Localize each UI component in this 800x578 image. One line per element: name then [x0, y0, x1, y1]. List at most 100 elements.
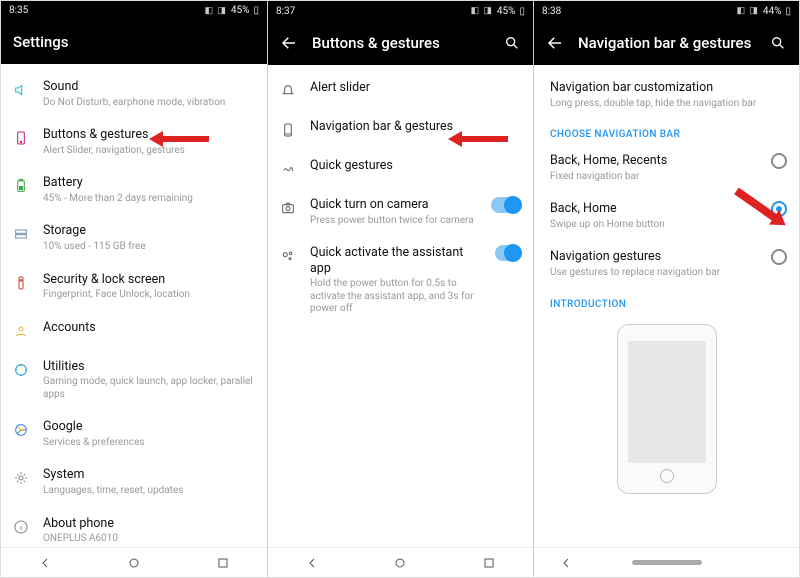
row-sub: Press power button twice for camera — [310, 215, 479, 228]
row-label: Alert slider — [310, 80, 521, 96]
row-sub: 45% - More than 2 days remaining — [43, 193, 255, 206]
panel-buttons-gestures: 8:37 ◧ ◨ 45% ▯ Buttons & gestures Alert … — [267, 1, 533, 577]
phone-illustration — [617, 324, 717, 494]
search-icon[interactable] — [503, 34, 521, 52]
row-label: Battery — [43, 175, 255, 191]
about-icon — [11, 517, 31, 537]
search-icon[interactable] — [769, 34, 787, 52]
settings-row-security[interactable]: Security & lock screenFingerprint, Face … — [1, 263, 267, 311]
nav-home-icon[interactable] — [392, 555, 408, 571]
row-sub: 10% used - 115 GB free — [43, 241, 255, 254]
settings-list[interactable]: SoundDo Not Disturb, earphone mode, vibr… — [1, 64, 267, 547]
nav-bar-pill — [534, 547, 799, 577]
header: Settings — [1, 21, 267, 64]
option-label: Back, Home, Recents — [550, 153, 749, 169]
back-icon[interactable] — [546, 34, 564, 52]
navbar-gestures-content[interactable]: Navigation bar customization Long press,… — [534, 65, 799, 547]
row-sub: Alert Slider, navigation, gestures — [43, 145, 255, 158]
row-sub: Languages, time, reset, updates — [43, 485, 255, 498]
nav-back-icon[interactable] — [558, 555, 574, 571]
alert-slider-icon — [278, 81, 298, 101]
nav-recents-icon[interactable] — [481, 555, 497, 571]
row-label: About phone — [43, 516, 255, 532]
home-pill[interactable] — [632, 560, 702, 565]
settings-row-about[interactable]: About phoneONEPLUS A6010 — [1, 507, 267, 548]
settings-row-sound[interactable]: SoundDo Not Disturb, earphone mode, vibr… — [1, 70, 267, 118]
settings-row-battery[interactable]: Battery 45% - More than 2 days remaining — [1, 166, 267, 214]
buttons-gestures-list[interactable]: Alert slider Navigation bar & gestures Qui… — [268, 65, 533, 547]
row-label: Quick gestures — [310, 158, 521, 174]
section-choose-navbar: CHOOSE NAVIGATION BAR — [534, 119, 799, 144]
radio[interactable] — [771, 153, 787, 169]
status-time: 8:38 — [542, 6, 561, 17]
option-sub: Fixed navigation bar — [550, 171, 749, 184]
page-title: Navigation bar & gestures — [578, 34, 755, 52]
nav-recents-icon[interactable] — [215, 555, 231, 571]
row-label: Accounts — [43, 320, 255, 336]
radio[interactable] — [771, 201, 787, 217]
sound-icon — [11, 80, 31, 100]
section-introduction: INTRODUCTION — [534, 289, 799, 314]
settings-row-system[interactable]: SystemLanguages, time, reset, updates — [1, 458, 267, 506]
row-label: Quick turn on camera — [310, 197, 479, 213]
bg-row-alert-slider[interactable]: Alert slider — [268, 71, 533, 110]
camera-icon — [278, 198, 298, 218]
nav-bar — [1, 547, 267, 577]
status-time: 8:35 — [9, 5, 28, 16]
option-label: Back, Home — [550, 201, 749, 217]
nav-back-icon[interactable] — [37, 555, 53, 571]
settings-row-google[interactable]: GoogleServices & preferences — [1, 410, 267, 458]
assistant-icon — [278, 246, 298, 266]
status-bar: 8:35 ◧ ◨ 45% ▯ — [1, 1, 267, 21]
panel-navbar-gestures: 8:38 ◧ ◨ 44% ▯ Navigation bar & gestures… — [533, 1, 799, 577]
utilities-icon — [11, 360, 31, 380]
status-battery: 45% — [231, 5, 250, 16]
nav-option-1[interactable]: Back, Home Swipe up on Home button — [534, 192, 799, 240]
accounts-icon — [11, 321, 31, 341]
battery-icon: ▯ — [253, 5, 259, 16]
row-label: Storage — [43, 223, 255, 239]
option-sub: Use gestures to replace navigation bar — [550, 267, 749, 280]
row-sub: Fingerprint, Face Unlock, location — [43, 289, 255, 302]
system-icon — [11, 468, 31, 488]
google-icon — [11, 420, 31, 440]
settings-row-utilities[interactable]: UtilitiesGaming mode, quick launch, app … — [1, 350, 267, 411]
storage-icon — [11, 224, 31, 244]
nav-home-icon[interactable] — [126, 555, 142, 571]
status-bar: 8:38 ◧ ◨ 44% ▯ — [534, 1, 799, 21]
row-label: Security & lock screen — [43, 272, 255, 288]
row-navbar-customization[interactable]: Navigation bar customization Long press,… — [534, 71, 799, 119]
status-battery: 44% — [763, 6, 782, 17]
settings-row-accounts[interactable]: Accounts — [1, 311, 267, 350]
page-title: Buttons & gestures — [312, 34, 489, 52]
nav-back-icon[interactable] — [304, 555, 320, 571]
toggle[interactable] — [491, 197, 521, 213]
nav-option-2[interactable]: Navigation gesturesUse gestures to repla… — [534, 240, 799, 288]
status-icons: ◧ ◨ — [205, 6, 227, 16]
nav-option-0[interactable]: Back, Home, Recents Fixed navigation bar — [534, 144, 799, 192]
status-time: 8:37 — [276, 6, 295, 17]
battery-icon — [11, 176, 31, 196]
bg-row-gesture[interactable]: Quick gestures — [268, 149, 533, 188]
bg-row-navbar[interactable]: Navigation bar & gestures — [268, 110, 533, 149]
row-sub: Services & preferences — [43, 437, 255, 450]
gesture-icon — [278, 159, 298, 179]
bg-row-assistant[interactable]: Quick activate the assistant appHold the… — [268, 236, 533, 325]
status-icons: ◧ ◨ — [471, 6, 493, 16]
settings-row-storage[interactable]: Storage 10% used - 115 GB free — [1, 214, 267, 262]
header: Navigation bar & gestures — [534, 21, 799, 65]
security-icon — [11, 273, 31, 293]
row-sub: Gaming mode, quick launch, app locker, p… — [43, 376, 255, 401]
back-icon[interactable] — [280, 34, 298, 52]
bg-row-camera[interactable]: Quick turn on camera Press power button t… — [268, 188, 533, 236]
row-sub: Do Not Disturb, earphone mode, vibration — [43, 97, 255, 110]
settings-row-buttons[interactable]: Buttons & gestures Alert Slider, navigati… — [1, 118, 267, 166]
row-label: Buttons & gestures — [43, 127, 255, 143]
status-battery: 45% — [497, 6, 516, 17]
option-sub: Swipe up on Home button — [550, 219, 749, 232]
radio[interactable] — [771, 249, 787, 265]
row-sub: Hold the power button for 0.5s to activa… — [310, 278, 483, 316]
toggle[interactable] — [495, 245, 521, 261]
row-label: Quick activate the assistant app — [310, 245, 483, 276]
nav-bar — [268, 547, 533, 577]
